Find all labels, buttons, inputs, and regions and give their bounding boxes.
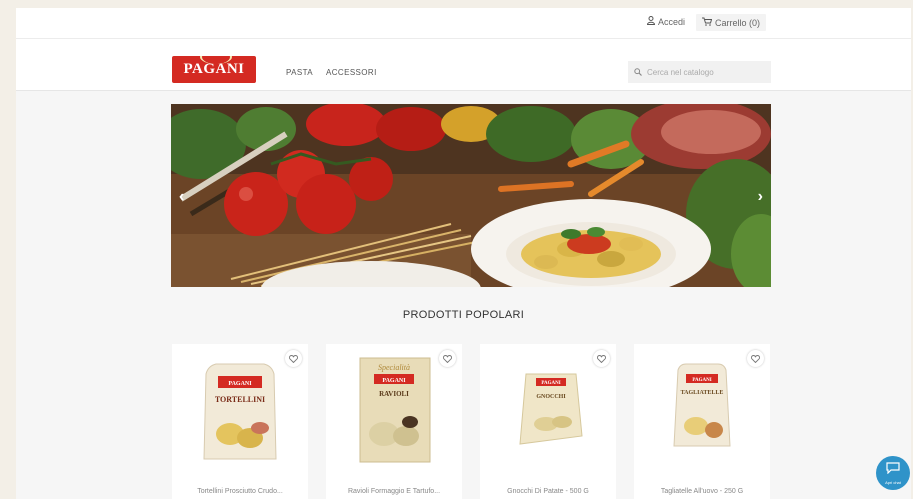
- svg-text:TAGLIATELLE: TAGLIATELLE: [681, 390, 724, 396]
- cart-icon: [702, 17, 713, 28]
- login-label: Accedi: [658, 16, 686, 27]
- product-name[interactable]: Gnocchi Di Patate - 500 G: [480, 488, 616, 495]
- search-icon[interactable]: [634, 63, 642, 81]
- main-header: PAGANI PASTA ACCESSORI: [16, 39, 911, 91]
- svg-text:RAVIOLI: RAVIOLI: [379, 390, 409, 398]
- svg-text:Specialità: Specialità: [378, 363, 410, 372]
- product-card[interactable]: PAGANI GNOCCHI: [480, 344, 616, 499]
- logo-text: PAGANI: [183, 61, 245, 77]
- svg-text:GNOCCHI: GNOCCHI: [536, 394, 566, 400]
- heart-icon: [750, 350, 761, 368]
- chat-button[interactable]: Apri chat: [876, 456, 910, 490]
- chevron-right-icon[interactable]: ›: [758, 188, 763, 206]
- svg-text:PAGANI: PAGANI: [382, 378, 406, 384]
- product-card[interactable]: PAGANI TAGLIATELLE: [634, 344, 770, 499]
- wishlist-button[interactable]: [593, 350, 610, 367]
- product-name[interactable]: Tortellini Prosciutto Crudo...: [172, 488, 308, 495]
- chat-label: Apri chat: [885, 480, 901, 485]
- hero-slider[interactable]: ‹ ›: [171, 104, 771, 287]
- wishlist-button[interactable]: [285, 350, 302, 367]
- search-input[interactable]: [647, 67, 757, 77]
- nav-item-accessori[interactable]: ACCESSORI: [326, 68, 377, 77]
- wishlist-button[interactable]: [747, 350, 764, 367]
- product-name[interactable]: Ravioli Formaggio E Tartufo...: [326, 488, 462, 495]
- user-icon: [646, 16, 656, 27]
- heart-icon: [288, 350, 299, 368]
- svg-text:PAGANI: PAGANI: [541, 381, 560, 386]
- login-link[interactable]: Accedi: [646, 16, 686, 27]
- svg-text:PAGANI: PAGANI: [228, 381, 252, 387]
- section-title: PRODOTTI POPOLARI: [402, 309, 525, 321]
- pagani-logo[interactable]: PAGANI: [172, 56, 256, 83]
- chat-bubble-icon: [886, 461, 900, 479]
- search-box: [628, 61, 771, 83]
- heart-icon: [442, 350, 453, 368]
- product-card[interactable]: PAGANI TORTELLINI: [172, 344, 308, 499]
- product-name[interactable]: Tagliatelle All'uovo - 250 G: [634, 488, 770, 495]
- cart-label: Carrello (0): [715, 17, 761, 28]
- svg-text:TORTELLINI: TORTELLINI: [215, 395, 265, 404]
- cart-link[interactable]: Carrello (0): [696, 14, 767, 31]
- top-bar: Accedi Carrello (0): [16, 8, 911, 39]
- heart-icon: [596, 350, 607, 368]
- page: Accedi Carrello (0) PAGANI PASTA ACCESSO…: [16, 8, 911, 499]
- wishlist-button[interactable]: [439, 350, 456, 367]
- product-card[interactable]: Specialità PAGANI RAVIOLI: [326, 344, 462, 499]
- svg-text:PAGANI: PAGANI: [692, 378, 711, 383]
- nav-item-pasta[interactable]: PASTA: [286, 68, 313, 77]
- hero-image: [171, 104, 771, 287]
- chevron-left-icon[interactable]: ‹: [179, 188, 184, 206]
